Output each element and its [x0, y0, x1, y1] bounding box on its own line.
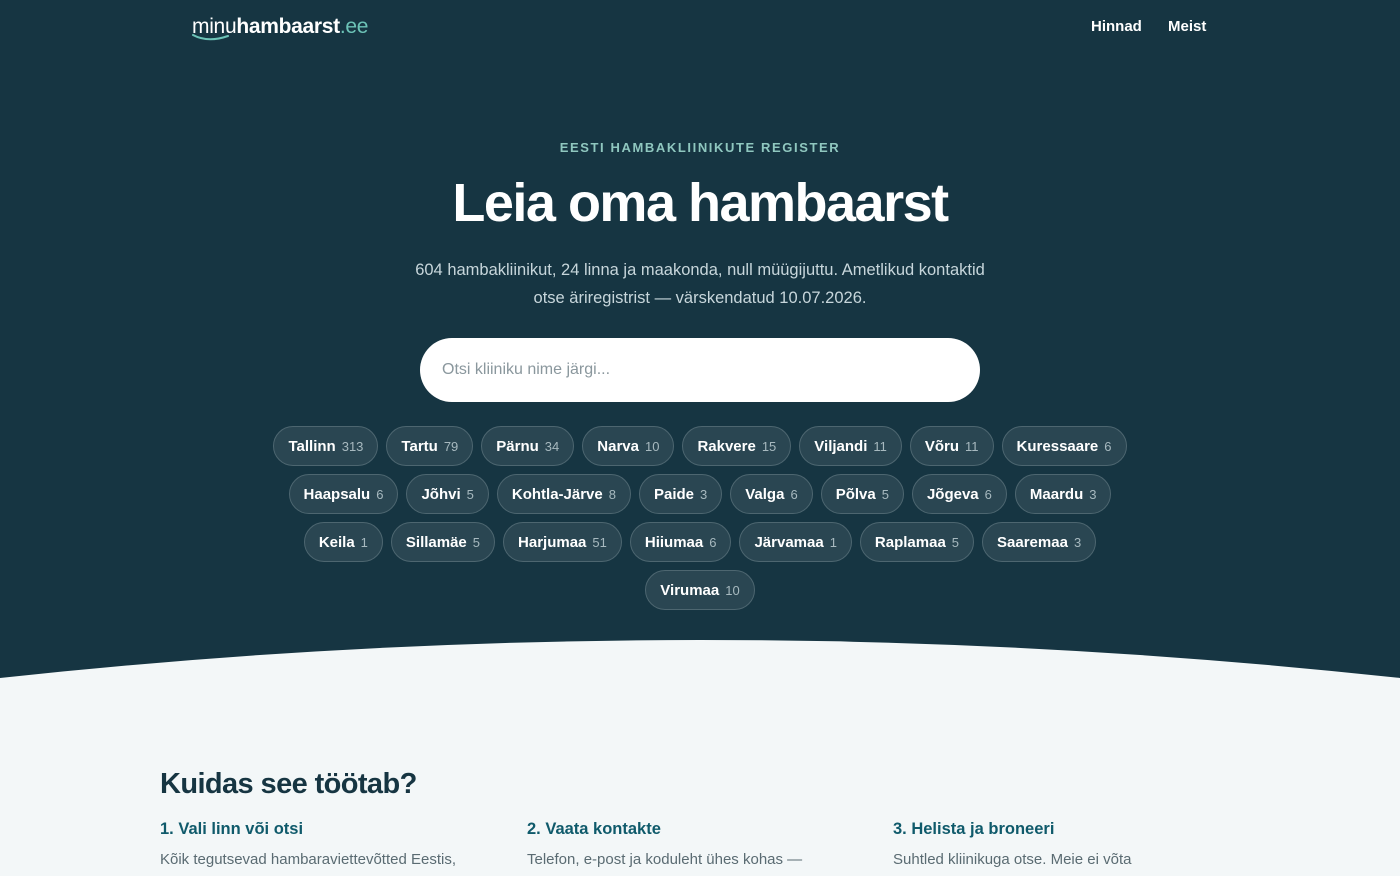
how-it-works-title: Kuidas see töötab?	[160, 768, 417, 800]
nav-link-prices[interactable]: Hinnad	[1091, 18, 1142, 35]
city-chip[interactable]: Narva 10	[582, 426, 675, 466]
city-chip-count: 15	[761, 438, 777, 454]
city-chip-count: 34	[544, 438, 560, 454]
city-chip-count: 5	[951, 534, 960, 550]
step-title: 3. Helista ja broneeri	[893, 820, 1055, 838]
city-chip-name: Viljandi	[814, 437, 868, 455]
city-chip-name: Tallinn	[288, 437, 336, 455]
city-chip-count: 3	[1073, 534, 1082, 550]
city-chip-name: Keila	[318, 533, 355, 551]
hero-eyebrow: EESTI HAMBAKLIINIKUTE REGISTER	[559, 140, 841, 155]
logo-smile-icon	[192, 34, 229, 41]
city-chip[interactable]: Viljandi 11	[799, 426, 902, 466]
city-chip[interactable]: Jõhvi 5	[406, 474, 489, 514]
city-chip-name: Pärnu	[496, 437, 539, 455]
city-chip-name: Põlva	[835, 485, 876, 503]
step-title: 2. Vaata kontakte	[527, 820, 661, 838]
city-chip-count: 10	[644, 438, 660, 454]
city-chip-name: Kuressaare	[1016, 437, 1099, 455]
city-chip-name: Virumaa	[660, 581, 720, 599]
city-chip-name: Jõgeva	[926, 485, 979, 503]
city-filter-list: Tallinn 313 Tartu 79 Pärnu 34 Narva 10 Rakvere 15…	[270, 426, 1130, 610]
city-chip[interactable]: Hiiumaa 6	[629, 522, 732, 562]
city-chip-count: 1	[829, 534, 837, 550]
city-chip-count: 11	[965, 438, 979, 454]
city-chip-name: Kohtla-Järve	[511, 485, 603, 503]
top-nav: minuhambaarst.ee Hinnad Meist	[0, 0, 1400, 56]
city-chip[interactable]: Haapsalu 6	[288, 474, 399, 514]
city-chip-count: 6	[790, 486, 798, 502]
how-step-1: 1. Vali linn või otsi Kõik tegutsevad ha…	[160, 820, 500, 871]
how-step-2: 2. Vaata kontakte Telefon, e-post ja kod…	[527, 820, 867, 871]
clinic-search-input[interactable]	[420, 338, 980, 402]
city-chip[interactable]: Raplamaa 5	[859, 522, 975, 562]
city-chip-count: 5	[881, 486, 889, 502]
city-chip[interactable]: Valga 6	[730, 474, 813, 514]
city-chip-name: Raplamaa	[874, 533, 946, 551]
city-chip-count: 6	[1104, 438, 1112, 454]
city-chip[interactable]: Maardu 3	[1014, 474, 1112, 514]
city-chip-name: Saaremaa	[997, 533, 1068, 551]
hero-subtitle: 604 hambakliinikut, 24 linna ja maakonda…	[415, 261, 985, 307]
step-text: Suhtled kliinikuga otse. Meie ei võta	[893, 851, 1132, 868]
hero-curve	[0, 640, 1400, 700]
step-title: 1. Vali linn või otsi	[160, 820, 304, 838]
city-chip-count: 6	[376, 486, 384, 502]
city-chip-count: 8	[608, 486, 616, 502]
city-chip-name: Valga	[745, 485, 785, 503]
logo-part-ee: .ee	[339, 15, 369, 38]
city-chip-count: 51	[592, 534, 607, 550]
city-chip-count: 10	[725, 582, 740, 598]
city-chip[interactable]: Jõgeva 6	[911, 474, 1007, 514]
city-chip-name: Sillamäe	[405, 533, 467, 551]
city-chip[interactable]: Järvamaa 1	[739, 522, 852, 562]
city-chip[interactable]: Saaremaa 3	[982, 522, 1097, 562]
city-chip-count: 79	[443, 438, 459, 454]
city-chip-count: 5	[472, 534, 481, 550]
city-chip-count: 3	[1089, 486, 1097, 502]
city-chip[interactable]: Põlva 5	[820, 474, 904, 514]
city-chip-name: Harjumaa	[518, 533, 587, 551]
city-chip[interactable]: Virumaa 10	[645, 570, 755, 610]
city-chip-count: 3	[700, 486, 708, 502]
city-chip-name: Võru	[924, 437, 960, 455]
page-title: Leia oma hambaarst	[452, 173, 949, 233]
city-chip[interactable]: Harjumaa 51	[503, 522, 622, 562]
city-chip[interactable]: Paide 3	[638, 474, 723, 514]
city-chip[interactable]: Keila 1	[303, 522, 383, 562]
city-chip[interactable]: Kuressaare 6	[1001, 426, 1127, 466]
city-chip[interactable]: Tartu 79	[386, 426, 474, 466]
city-chip-name: Paide	[653, 485, 695, 503]
step-text: Kõik tegutsevad hambaraviettevõtted Eest…	[160, 851, 457, 868]
city-chip-count: 1	[360, 534, 368, 550]
city-chip[interactable]: Võru 11	[909, 426, 994, 466]
city-chip-count: 11	[873, 438, 887, 454]
nav-link-about[interactable]: Meist	[1168, 18, 1206, 35]
step-text: Telefon, e-post ja koduleht ühes kohas —	[527, 851, 803, 868]
city-chip-name: Narva	[597, 437, 639, 455]
city-chip-name: Rakvere	[697, 437, 756, 455]
how-step-3: 3. Helista ja broneeri Suhtled kliinikug…	[893, 820, 1233, 871]
city-chip[interactable]: Tallinn 313	[273, 426, 379, 466]
city-chip[interactable]: Sillamäe 5	[390, 522, 496, 562]
city-chip-count: 6	[709, 534, 717, 550]
city-chip-count: 313	[341, 438, 364, 454]
city-chip-name: Jõhvi	[421, 485, 461, 503]
city-chip[interactable]: Kohtla-Järve 8	[496, 474, 631, 514]
city-chip-name: Tartu	[401, 437, 438, 455]
city-chip-name: Haapsalu	[303, 485, 371, 503]
city-chip-count: 6	[984, 486, 992, 502]
city-chip-name: Järvamaa	[754, 533, 824, 551]
city-chip-name: Maardu	[1029, 485, 1084, 503]
logo-part-hambaarst: hambaarst	[236, 15, 340, 38]
city-chip-name: Hiiumaa	[644, 533, 704, 551]
city-chip[interactable]: Rakvere 15	[682, 426, 792, 466]
city-chip-count: 5	[466, 486, 474, 502]
city-chip[interactable]: Pärnu 34	[481, 426, 575, 466]
